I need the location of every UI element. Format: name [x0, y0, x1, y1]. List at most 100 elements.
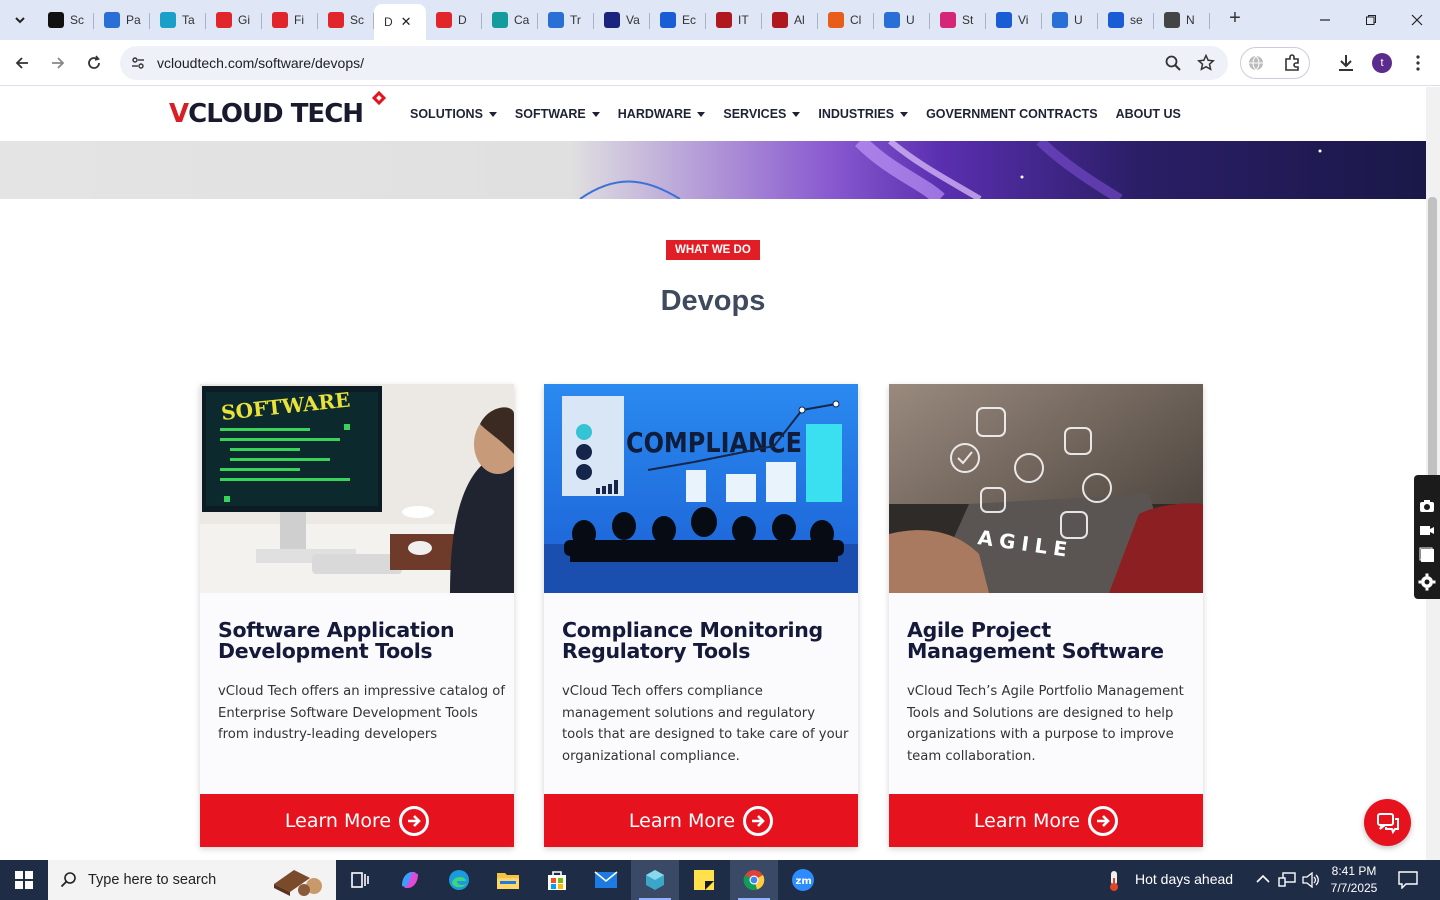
tab-favicon-icon — [104, 12, 120, 28]
learn-more-button[interactable]: Learn More — [200, 794, 514, 847]
page-scrollbar[interactable] — [1426, 87, 1440, 860]
arrow-circle-right-icon — [1088, 805, 1119, 836]
windows-logo-icon — [15, 871, 33, 889]
learn-more-button[interactable]: Learn More — [889, 794, 1203, 847]
browser-tab[interactable]: Sc — [318, 4, 374, 36]
browser-tab[interactable]: Tr — [538, 4, 594, 36]
browser-tab[interactable]: se — [1098, 4, 1154, 36]
browser-tab[interactable]: Vi — [986, 4, 1042, 36]
system-clock[interactable]: 8:41 PM 7/7/2025 — [1322, 863, 1386, 897]
chat-button[interactable] — [1364, 799, 1411, 846]
close-window-button[interactable] — [1394, 0, 1440, 40]
nav-item-about-us[interactable]: ABOUT US — [1116, 107, 1181, 121]
forward-button[interactable] — [46, 51, 70, 75]
search-placeholder: Type here to search — [88, 872, 217, 888]
taskbar-app-cube[interactable] — [631, 860, 679, 900]
browser-tab[interactable]: Ca — [482, 4, 538, 36]
weather-text[interactable]: Hot days ahead — [1135, 871, 1233, 887]
start-button[interactable] — [0, 860, 48, 900]
new-tab-button[interactable]: + — [1224, 8, 1246, 30]
nav-item-solutions[interactable]: SOLUTIONS — [410, 107, 497, 121]
card-description: vCloud Tech offers compliance management… — [562, 684, 849, 765]
site-logo[interactable]: VCLOUD TECH — [169, 99, 364, 129]
browser-tab[interactable]: U — [1042, 4, 1098, 36]
browser-tab[interactable]: N — [1154, 4, 1210, 36]
bookmark-star-icon[interactable] — [1197, 54, 1215, 72]
notification-icon[interactable] — [1398, 871, 1418, 889]
taskbar-search[interactable]: Type here to search — [48, 860, 336, 900]
back-button[interactable] — [10, 51, 34, 75]
tab-favicon-icon — [716, 12, 732, 28]
chevron-up-icon[interactable] — [1256, 874, 1270, 884]
tab-label: Tr — [570, 13, 581, 27]
browser-tab[interactable]: Va — [594, 4, 650, 36]
browser-tab[interactable]: D ✕ — [374, 4, 426, 40]
camera-icon[interactable] — [1419, 499, 1435, 513]
video-icon[interactable] — [1419, 523, 1435, 537]
tab-label: Vi — [1018, 13, 1029, 27]
browser-tab[interactable]: Sc — [38, 4, 94, 36]
tab-label: U — [1074, 13, 1083, 27]
tab-favicon-icon — [216, 12, 232, 28]
zoom-icon[interactable] — [1164, 54, 1182, 72]
tab-label: D — [458, 13, 467, 27]
minimize-button[interactable] — [1302, 0, 1348, 40]
volume-icon[interactable] — [1302, 872, 1320, 888]
close-tab-icon[interactable]: ✕ — [401, 14, 412, 30]
restore-button[interactable] — [1348, 0, 1394, 40]
browser-tab[interactable]: Cl — [818, 4, 874, 36]
url-text[interactable]: vcloudtech.com/software/devops/ — [157, 55, 364, 71]
nav-item-services[interactable]: SERVICES — [723, 107, 801, 121]
tab-favicon-icon — [328, 12, 344, 28]
network-icon[interactable] — [1278, 872, 1296, 888]
browser-tab[interactable]: Al — [762, 4, 818, 36]
card-software-development: SOFTWARE Software Application Developmen… — [200, 384, 514, 847]
nav-item-hardware[interactable]: HARDWARE — [618, 107, 706, 121]
taskbar-app-sticky-notes[interactable] — [680, 860, 728, 900]
tab-label: Pa — [126, 13, 141, 27]
chrome-icon — [743, 870, 765, 891]
taskbar-app-file-explorer[interactable] — [484, 860, 532, 900]
download-icon[interactable] — [1336, 53, 1356, 73]
taskbar-app-store[interactable] — [533, 860, 581, 900]
translate-icon[interactable] — [1247, 54, 1265, 72]
gear-icon[interactable] — [1418, 573, 1436, 591]
site-settings-icon[interactable] — [130, 55, 146, 71]
menu-kebab-icon[interactable] — [1410, 54, 1426, 72]
browser-tab[interactable]: Ec — [650, 4, 706, 36]
tab-label: Ec — [682, 13, 697, 27]
browser-tab[interactable]: U — [874, 4, 930, 36]
task-view-button[interactable] — [336, 860, 384, 900]
browser-tab[interactable]: Ta — [150, 4, 206, 36]
nav-item-industries[interactable]: INDUSTRIES — [818, 107, 909, 121]
nav-item-label: SERVICES — [723, 107, 787, 121]
tab-favicon-icon — [660, 12, 676, 28]
taskbar-app-copilot[interactable] — [386, 860, 434, 900]
nav-item-software[interactable]: SOFTWARE — [515, 107, 600, 121]
hero-swirl-graphic — [579, 141, 1123, 199]
tab-favicon-icon — [1052, 12, 1068, 28]
taskbar-app-mail[interactable] — [582, 860, 630, 900]
nav-item-government-contracts[interactable]: GOVERNMENT CONTRACTS — [926, 107, 1098, 121]
taskbar-app-chrome[interactable] — [730, 860, 778, 900]
profile-avatar[interactable]: t — [1372, 53, 1392, 73]
caret-down-icon — [488, 111, 497, 117]
search-icon — [60, 872, 76, 888]
tab-search-button[interactable] — [6, 6, 34, 34]
zoom-app-icon: zm — [792, 869, 814, 891]
learn-more-button[interactable]: Learn More — [544, 794, 858, 847]
address-bar[interactable]: vcloudtech.com/software/devops/ — [120, 46, 1228, 80]
tab-favicon-icon — [272, 12, 288, 28]
browser-tab[interactable]: Pa — [94, 4, 150, 36]
browser-tab[interactable]: IT — [706, 4, 762, 36]
extensions-puzzle-icon[interactable] — [1283, 54, 1301, 72]
card-image-compliance: COMPLIANCE — [544, 384, 858, 593]
browser-tab[interactable]: Fi — [262, 4, 318, 36]
taskbar-app-zoom[interactable]: zm — [779, 860, 827, 900]
browser-tab[interactable]: D — [426, 4, 482, 36]
reload-button[interactable] — [82, 51, 106, 75]
browser-tab[interactable]: Gi — [206, 4, 262, 36]
taskbar-app-edge[interactable] — [435, 860, 483, 900]
window-icon[interactable] — [1419, 547, 1435, 563]
browser-tab[interactable]: St — [930, 4, 986, 36]
